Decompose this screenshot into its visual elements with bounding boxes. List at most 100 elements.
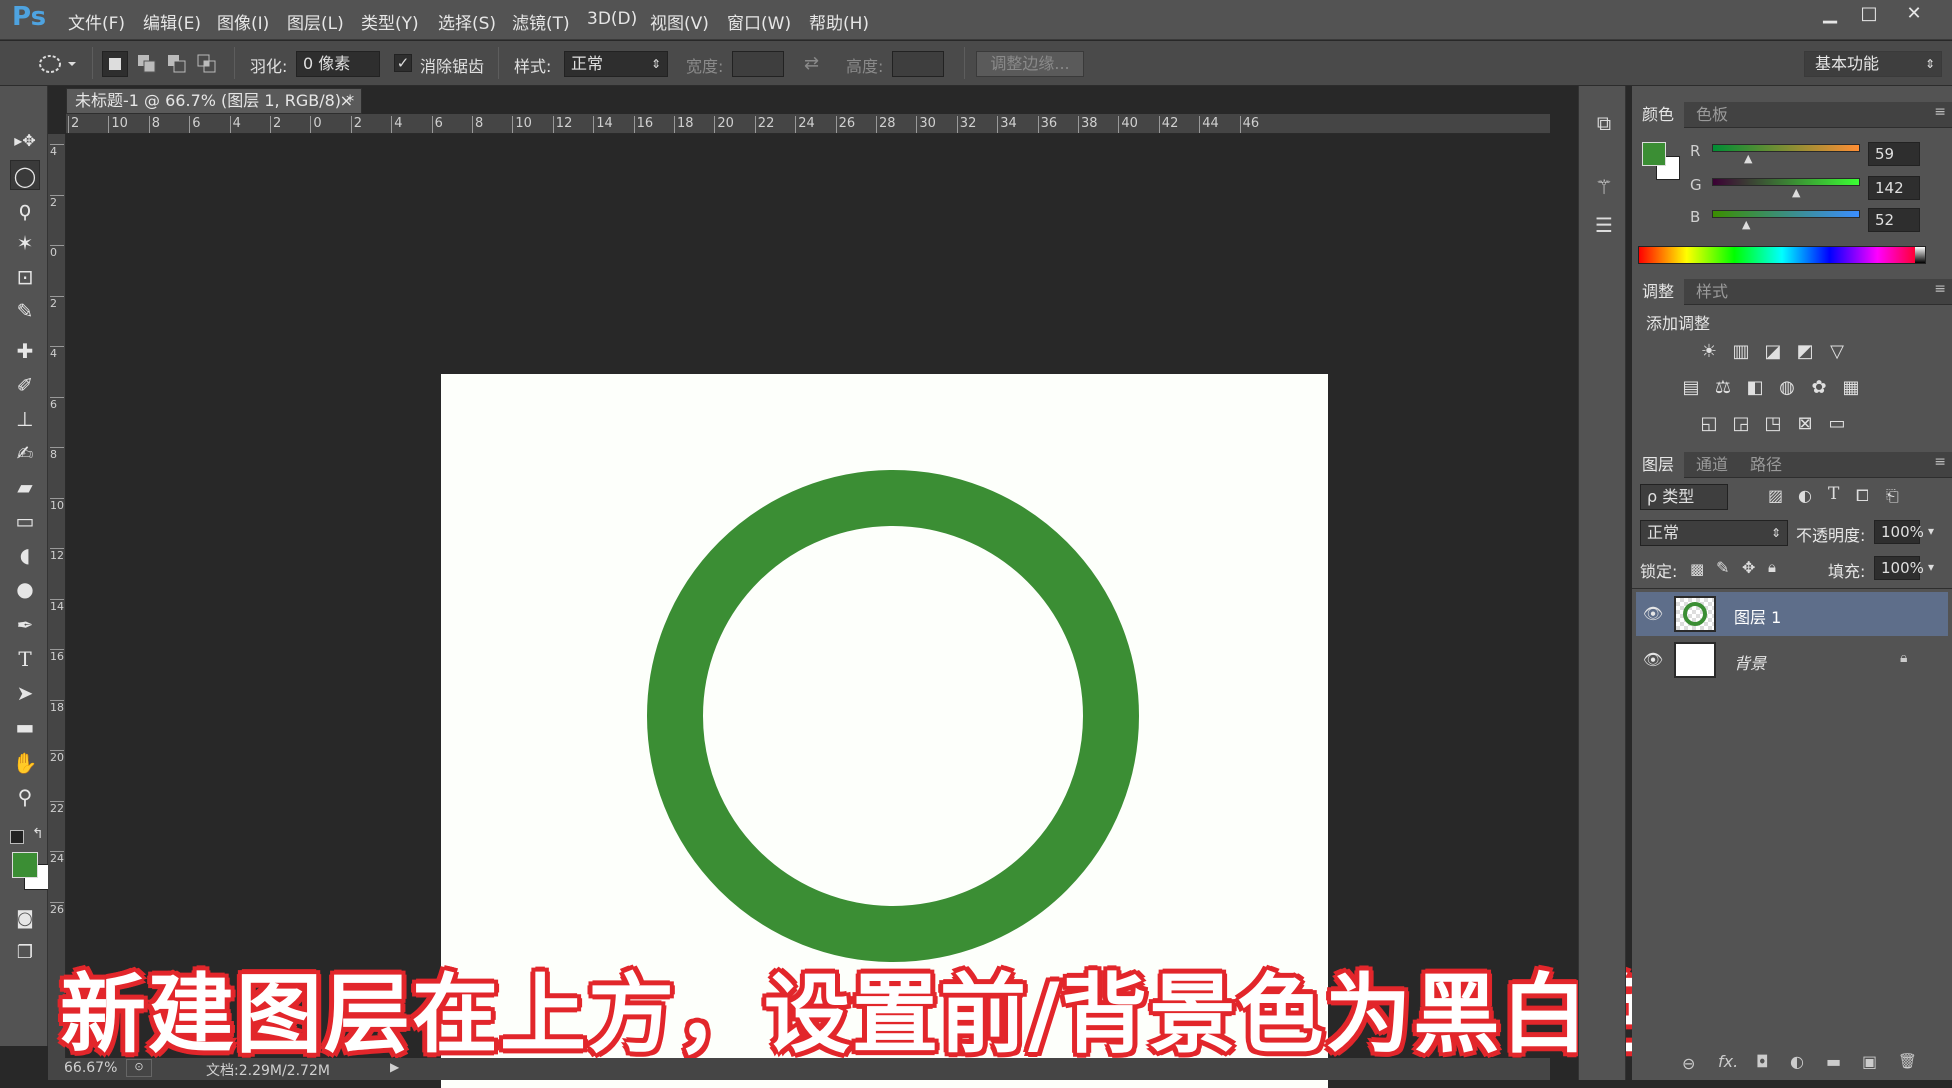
panel-menu-icon[interactable]: ≡ — [1934, 454, 1946, 470]
fill-input[interactable]: 100% — [1874, 556, 1924, 580]
tab-adjustments[interactable]: 调整 — [1632, 279, 1685, 305]
g-value[interactable]: 142 — [1868, 176, 1920, 200]
visibility-eye-icon[interactable]: 👁︎ — [1642, 650, 1664, 670]
delete-layer-icon[interactable]: 🗑 — [1898, 1052, 1917, 1070]
brush-tool-icon[interactable]: ✐ — [10, 370, 40, 400]
add-mask-icon[interactable]: ◘ — [1756, 1052, 1769, 1071]
filter-smart-object-icon[interactable]: ⎗ — [1886, 486, 1899, 506]
crop-tool-icon[interactable]: ⊡ — [10, 262, 40, 292]
rectangle-tool-icon[interactable]: ▬ — [10, 712, 40, 742]
screen-mode-icon[interactable]: ❐ — [10, 938, 40, 968]
photo-filter-icon[interactable]: ◍ — [1774, 376, 1800, 400]
layer-name[interactable]: 背景 — [1734, 650, 1766, 674]
quick-mask-icon[interactable]: ◙ — [10, 904, 40, 934]
magic-wand-tool-icon[interactable]: ✶ — [10, 228, 40, 258]
menu-view[interactable]: 视图(V) — [650, 9, 709, 34]
menu-select[interactable]: 选择(S) — [438, 9, 496, 34]
slider-thumb-icon[interactable]: ▲ — [1792, 186, 1800, 199]
type-tool-icon[interactable]: T — [10, 644, 40, 674]
dodge-tool-icon[interactable]: ● — [10, 574, 40, 604]
minimize-button[interactable]: ▁ — [1812, 2, 1848, 28]
brightness-icon[interactable]: ☀ — [1696, 340, 1722, 364]
tab-swatches[interactable]: 色板 — [1686, 102, 1738, 128]
selective-color-icon[interactable]: ⊠ — [1792, 412, 1818, 436]
color-ramp[interactable] — [1638, 246, 1926, 264]
invert-icon[interactable]: ◱ — [1696, 412, 1722, 436]
hand-tool-icon[interactable]: ✋ — [10, 748, 40, 778]
eyedropper-tool-icon[interactable]: ✎ — [10, 296, 40, 326]
levels-icon[interactable]: ▥ — [1728, 340, 1754, 364]
lock-all-icon[interactable]: 🔒︎ — [1768, 558, 1776, 576]
filter-pixel-icon[interactable]: ▨ — [1768, 486, 1783, 505]
blend-mode-select[interactable]: 正常 ⇕ — [1640, 520, 1788, 546]
new-group-icon[interactable]: ▬ — [1826, 1052, 1841, 1071]
color-balance-icon[interactable]: ⚖ — [1710, 376, 1736, 400]
new-selection-icon[interactable] — [102, 51, 128, 77]
pen-tool-icon[interactable]: ✒ — [10, 610, 40, 640]
slider-thumb-icon[interactable]: ▲ — [1742, 218, 1750, 231]
r-value[interactable]: 59 — [1868, 142, 1920, 166]
layer-name[interactable]: 图层 1 — [1734, 604, 1781, 628]
lock-image-icon[interactable]: ✎ — [1716, 558, 1729, 577]
antialias-checkbox[interactable]: ✓ — [394, 54, 412, 72]
tab-layers[interactable]: 图层 — [1632, 452, 1685, 478]
menu-file[interactable]: 文件(F) — [68, 9, 125, 34]
tool-presets-icon[interactable]: ⚚ — [1589, 172, 1619, 202]
b-value[interactable]: 52 — [1868, 208, 1920, 232]
lock-transparent-icon[interactable]: ▩ — [1690, 560, 1704, 578]
curves-icon[interactable]: ◪ — [1760, 340, 1786, 364]
default-colors-icon[interactable] — [10, 830, 24, 844]
healing-brush-tool-icon[interactable]: ✚ — [10, 336, 40, 366]
tab-channels[interactable]: 通道 — [1686, 452, 1738, 478]
ellipse-marquee-tool-icon[interactable]: ◯ — [10, 160, 40, 190]
menu-layer[interactable]: 图层(L) — [287, 9, 344, 34]
width-input[interactable] — [732, 51, 784, 77]
g-slider[interactable] — [1712, 178, 1860, 186]
link-layers-icon[interactable]: ⊖ — [1682, 1054, 1695, 1073]
new-adjustment-layer-icon[interactable]: ◐ — [1790, 1052, 1804, 1071]
layer-row-layer1[interactable]: 👁︎ 图层 1 — [1636, 592, 1948, 636]
threshold-icon[interactable]: ◳ — [1760, 412, 1786, 436]
new-layer-icon[interactable]: ▣ — [1862, 1052, 1877, 1071]
swap-icon[interactable]: ⇄ — [804, 53, 819, 74]
exposure-icon[interactable]: ◩ — [1792, 340, 1818, 364]
feather-input[interactable]: 0 像素 — [296, 51, 380, 77]
layer-row-background[interactable]: 👁︎ 背景 🔒︎ — [1636, 638, 1948, 682]
color-lookup-icon[interactable]: ▦ — [1838, 376, 1864, 400]
visibility-eye-icon[interactable]: 👁︎ — [1642, 604, 1664, 624]
menu-filter[interactable]: 滤镜(T) — [512, 9, 570, 34]
lasso-tool-icon[interactable]: ϙ — [10, 194, 40, 224]
opacity-input[interactable]: 100% — [1874, 520, 1924, 544]
channel-mixer-icon[interactable]: ✿ — [1806, 376, 1832, 400]
eraser-tool-icon[interactable]: ▰ — [10, 472, 40, 502]
layer-filter-select[interactable]: ρ 类型 — [1640, 484, 1728, 510]
black-white-icon[interactable]: ◧ — [1742, 376, 1768, 400]
tab-styles[interactable]: 样式 — [1686, 279, 1738, 305]
move-tool-icon[interactable]: ▸✥ — [10, 126, 40, 156]
menu-type[interactable]: 类型(Y) — [361, 9, 419, 34]
path-selection-tool-icon[interactable]: ➤ — [10, 678, 40, 708]
menu-window[interactable]: 窗口(W) — [727, 9, 791, 34]
r-slider[interactable] — [1712, 144, 1860, 152]
menu-3d[interactable]: 3D(D) — [587, 9, 637, 29]
tool-preset-picker[interactable] — [36, 51, 78, 77]
workspace-select[interactable]: 基本功能 ⇕ — [1804, 51, 1942, 77]
zoom-level[interactable]: 66.67% — [64, 1060, 117, 1076]
opacity-dropdown-icon[interactable]: ▾ — [1928, 524, 1934, 538]
lock-position-icon[interactable]: ✥ — [1742, 558, 1755, 577]
status-preview-icon[interactable]: ⊙ — [126, 1059, 152, 1077]
menu-help[interactable]: 帮助(H) — [809, 9, 869, 34]
subtract-selection-icon[interactable] — [164, 51, 190, 77]
close-document-icon[interactable]: × — [340, 89, 353, 113]
color-fg-swatch[interactable] — [1642, 142, 1666, 166]
maximize-button[interactable]: □ — [1851, 2, 1887, 28]
height-input[interactable] — [892, 51, 944, 77]
panel-menu-icon[interactable]: ≡ — [1934, 281, 1946, 297]
hue-saturation-icon[interactable]: ▤ — [1678, 376, 1704, 400]
menu-edit[interactable]: 编辑(E) — [143, 9, 201, 34]
filter-type-icon[interactable]: T — [1828, 484, 1839, 504]
status-menu-arrow-icon[interactable]: ▶ — [390, 1060, 399, 1074]
blur-tool-icon[interactable]: ◖ — [10, 540, 40, 570]
zoom-tool-icon[interactable]: ⚲ — [10, 782, 40, 812]
tab-paths[interactable]: 路径 — [1740, 452, 1792, 478]
